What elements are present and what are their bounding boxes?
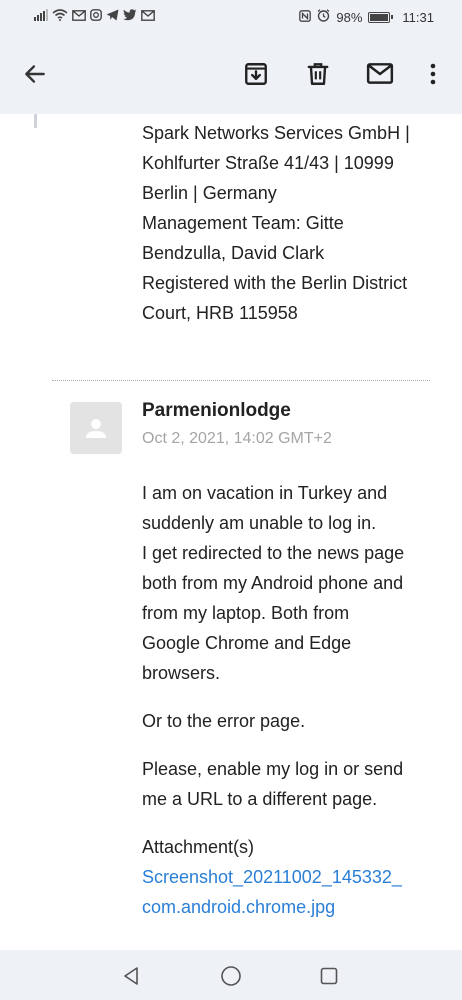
signature-line: Bendzulla, David Clark <box>142 243 325 263</box>
more-options-button[interactable] <box>415 56 451 92</box>
message-paragraph: I am on vacation in Turkey and suddenly … <box>142 478 442 688</box>
attachment-link-line: com.android.chrome.jpg <box>142 897 336 917</box>
nav-home-button[interactable] <box>217 962 245 990</box>
status-time: 11:31 <box>402 9 434 25</box>
previous-message-signature: Spark Networks Services GmbH | Kohlfurte… <box>142 118 442 328</box>
email-thread: Spark Networks Services GmbH | Kohlfurte… <box>0 114 462 950</box>
quote-thread-line <box>34 114 37 128</box>
message-line: both from my Android phone and <box>142 573 404 593</box>
instagram-icon <box>90 9 102 24</box>
message-line: Please, enable my log in or send <box>142 759 404 779</box>
attachment-link-line: Screenshot_20211002_145332_ <box>142 867 402 887</box>
message-line: Google Chrome and Edge <box>142 633 352 653</box>
alarm-icon <box>317 9 330 25</box>
status-bar-notifications <box>34 9 155 24</box>
signature-line: Berlin | Germany <box>142 183 277 203</box>
message-date: Oct 2, 2021, 14:02 GMT+2 <box>142 430 332 447</box>
back-button[interactable] <box>17 56 53 92</box>
message-divider <box>52 380 430 381</box>
back-triangle-icon <box>124 967 138 985</box>
gmail-icon <box>141 9 155 24</box>
message-paragraph: Or to the error page. <box>142 711 306 731</box>
message-line: from my laptop. Both from <box>142 603 350 623</box>
status-bar-system: 98% 11:31 <box>299 9 434 25</box>
home-circle-icon <box>221 966 241 986</box>
avatar[interactable] <box>70 402 122 454</box>
mark-unread-icon <box>366 63 394 84</box>
back-icon <box>25 65 45 83</box>
signal-icon <box>34 9 48 24</box>
archive-icon <box>245 63 267 85</box>
signature-line: Kohlfurter Straße 41/43 | 10999 <box>142 153 394 173</box>
battery-icon <box>368 11 394 23</box>
telegram-icon <box>106 9 119 24</box>
signature-line: Management Team: Gitte <box>142 213 344 233</box>
signature-line: Registered with the Berlin District <box>142 273 408 293</box>
signature-line: Court, HRB 115958 <box>142 303 298 323</box>
twitter-icon <box>123 9 137 24</box>
nav-back-button[interactable] <box>118 962 146 990</box>
delete-button[interactable] <box>300 56 336 92</box>
message-line: I am on vacation in Turkey and <box>142 483 388 503</box>
battery-level <box>370 13 389 21</box>
more-icon <box>430 63 436 85</box>
message-line: me a URL to a different page. <box>142 789 378 809</box>
recents-square-icon <box>320 967 338 985</box>
nav-recents-button[interactable] <box>315 962 343 990</box>
message-line: browsers. <box>142 663 221 683</box>
person-placeholder-icon <box>86 419 106 438</box>
archive-button[interactable] <box>238 56 274 92</box>
app-bar <box>0 34 462 114</box>
message-line: I get redirected to the news page <box>142 543 405 563</box>
wifi-icon <box>52 9 68 24</box>
gmail-icon <box>72 9 86 24</box>
delete-icon <box>307 63 329 85</box>
system-nav-bar <box>0 950 462 1000</box>
nfc-icon <box>299 9 312 25</box>
sender-name[interactable]: Parmenionlodge <box>142 400 291 422</box>
battery-percent: 98% <box>336 9 363 25</box>
message-line: suddenly am unable to log in. <box>142 513 377 533</box>
status-bar: 98% 11:31 <box>0 0 462 34</box>
message-body: I am on vacation in Turkey and suddenly … <box>142 478 442 922</box>
message-paragraph: Please, enable my log in or send me a UR… <box>142 754 442 814</box>
mark-unread-button[interactable] <box>362 56 398 92</box>
signature-line: Spark Networks Services GmbH | <box>142 123 410 143</box>
attachment-link[interactable]: Screenshot_20211002_145332_ com.android.… <box>142 862 442 922</box>
attachment-label: Attachment(s) <box>142 837 255 857</box>
